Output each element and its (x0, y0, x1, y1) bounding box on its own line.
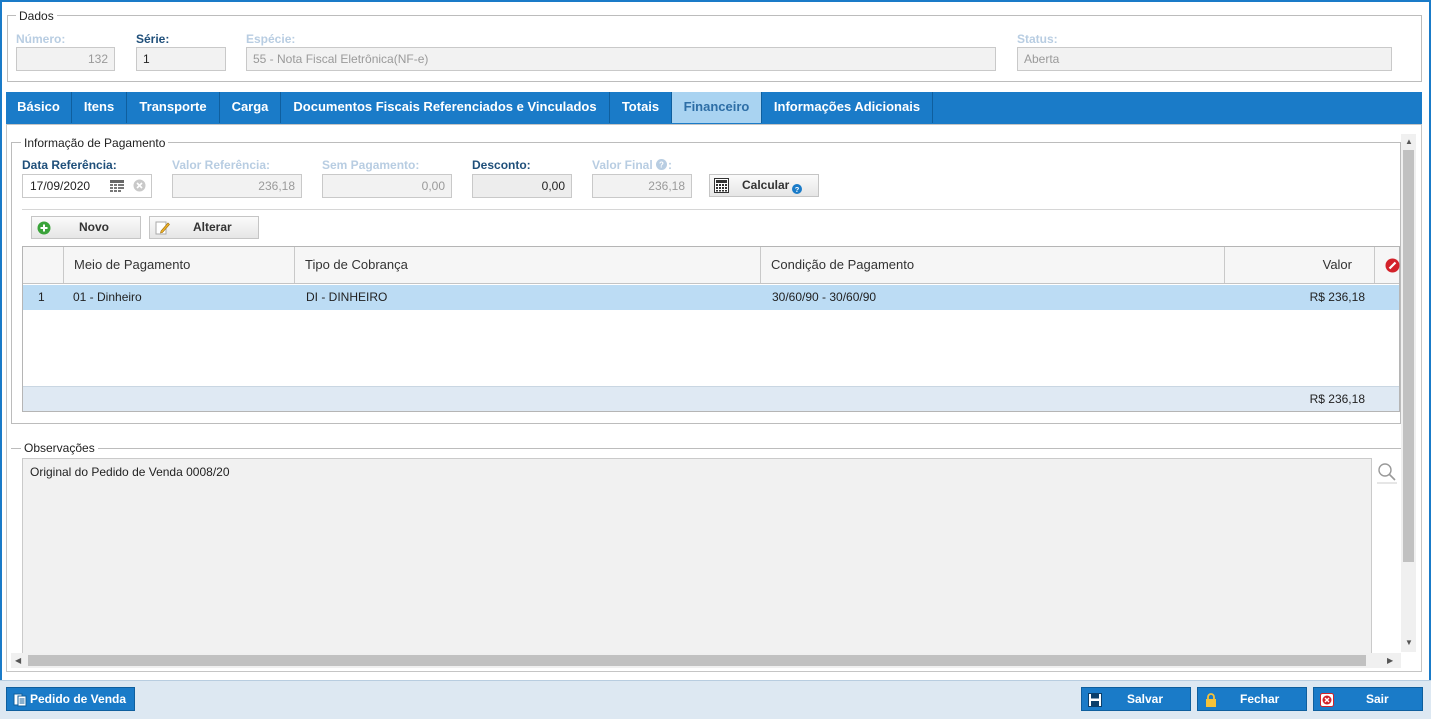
valor-final-field: 236,18 (592, 174, 692, 198)
sem-pagamento-label: Sem Pagamento: (322, 158, 420, 172)
header-meio-pagamento[interactable]: Meio de Pagamento (64, 247, 295, 283)
tab-financeiro[interactable]: Financeiro (672, 92, 762, 123)
svg-text:?: ? (795, 185, 800, 194)
valor-final-label: Valor Final (592, 158, 653, 172)
tab-totais[interactable]: Totais (610, 92, 672, 123)
sem-pagamento-field: 0,00 (322, 174, 452, 198)
horizontal-scrollbar[interactable]: ◀ ▶ (11, 653, 1401, 668)
especie-field: 55 - Nota Fiscal Eletrônica(NF-e) (246, 47, 996, 71)
total-valor: R$ 236,18 (1309, 392, 1365, 406)
salvar-button[interactable]: Salvar (1081, 687, 1191, 711)
desconto-field[interactable]: 0,00 (472, 174, 572, 198)
fechar-label: Fechar (1240, 692, 1280, 706)
cell-valor: R$ 236,18 (1309, 290, 1365, 304)
cell-condicao: 30/60/90 - 30/60/90 (772, 290, 877, 304)
status-label: Status: (1017, 32, 1058, 46)
tab-documentos-fiscais[interactable]: Documentos Fiscais Referenciados e Vincu… (281, 92, 610, 123)
salvar-label: Salvar (1127, 692, 1164, 706)
add-icon (37, 221, 51, 235)
scroll-down-icon[interactable]: ▼ (1405, 638, 1413, 648)
pedido-label: Pedido de Venda (30, 692, 127, 706)
header-condicao-pagamento[interactable]: Condição de Pagamento (761, 247, 1225, 283)
calculator-icon (714, 178, 729, 193)
especie-label: Espécie: (246, 32, 296, 46)
save-icon (1088, 692, 1102, 707)
header-row-number (23, 247, 64, 283)
serie-field[interactable]: 1 (136, 47, 226, 71)
search-icon[interactable] (1377, 462, 1397, 484)
serie-label: Série: (136, 32, 170, 46)
help-icon[interactable]: ? (656, 159, 667, 170)
alterar-button[interactable]: Alterar (149, 216, 259, 239)
scroll-right-icon[interactable]: ▶ (1387, 656, 1393, 666)
divider (22, 209, 1400, 210)
cell-meio: 01 - Dinheiro (73, 290, 142, 304)
vertical-scrollbar[interactable]: ▲ ▼ (1401, 134, 1416, 652)
observacoes-legend: Observações (21, 441, 98, 455)
valor-referencia-field: 236,18 (172, 174, 302, 198)
table-row[interactable]: 1 01 - Dinheiro DI - DINHEIRO 30/60/90 -… (23, 285, 1399, 310)
tab-carga[interactable]: Carga (220, 92, 281, 123)
tab-informacoes-adicionais[interactable]: Informações Adicionais (762, 92, 933, 123)
grid-header: Meio de Pagamento Tipo de Cobrança Condi… (23, 247, 1400, 284)
fechar-button[interactable]: Fechar (1197, 687, 1307, 711)
calcular-button[interactable]: Calcular ? (709, 174, 819, 197)
exit-icon (1320, 692, 1334, 707)
tab-bar: Básico Itens Transporte Carga Documentos… (6, 92, 1422, 124)
alterar-label: Alterar (193, 220, 232, 234)
tab-basico[interactable]: Básico (6, 92, 72, 123)
sair-button[interactable]: Sair (1313, 687, 1423, 711)
header-valor[interactable]: Valor (1225, 247, 1375, 283)
tab-itens[interactable]: Itens (72, 92, 127, 123)
sair-label: Sair (1366, 692, 1389, 706)
horizontal-scroll-thumb[interactable] (28, 655, 1366, 666)
calcular-label: Calcular (742, 178, 790, 192)
desconto-label: Desconto: (472, 158, 531, 172)
pagamento-grid: Meio de Pagamento Tipo de Cobrança Condi… (22, 246, 1400, 412)
vertical-scroll-thumb[interactable] (1403, 150, 1414, 562)
observacoes-textarea[interactable]: Original do Pedido de Venda 0008/20 (22, 458, 1372, 654)
svg-text:?: ? (659, 161, 664, 170)
status-field: Aberta (1017, 47, 1392, 71)
numero-label: Número: (16, 32, 66, 46)
row-number: 1 (38, 290, 45, 304)
grid-footer: R$ 236,18 (23, 386, 1399, 411)
calcular-help-icon: ? (792, 180, 802, 194)
scroll-left-icon[interactable]: ◀ (15, 656, 21, 666)
dados-legend: Dados (16, 9, 57, 23)
cell-tipo: DI - DINHEIRO (306, 290, 388, 304)
novo-label: Novo (79, 220, 109, 234)
header-tipo-cobranca[interactable]: Tipo de Cobrança (295, 247, 761, 283)
calendar-icon[interactable] (110, 180, 124, 192)
pedido-de-venda-button[interactable]: Pedido de Venda (6, 687, 135, 711)
clear-icon[interactable] (133, 179, 146, 192)
valor-referencia-label: Valor Referência: (172, 158, 271, 172)
novo-button[interactable]: Novo (31, 216, 141, 239)
scroll-up-icon[interactable]: ▲ (1405, 137, 1413, 147)
edit-icon (155, 220, 170, 235)
data-referencia-label: Data Referência: (22, 158, 117, 172)
lock-icon (1204, 692, 1218, 707)
pagamento-legend: Informação de Pagamento (21, 136, 169, 150)
numero-field: 132 (16, 47, 115, 71)
data-referencia-value: 17/09/2020 (30, 179, 91, 193)
remove-icon[interactable] (1385, 258, 1400, 273)
tab-transporte[interactable]: Transporte (127, 92, 220, 123)
valor-final-colon: : (668, 158, 672, 172)
document-icon (13, 692, 27, 707)
